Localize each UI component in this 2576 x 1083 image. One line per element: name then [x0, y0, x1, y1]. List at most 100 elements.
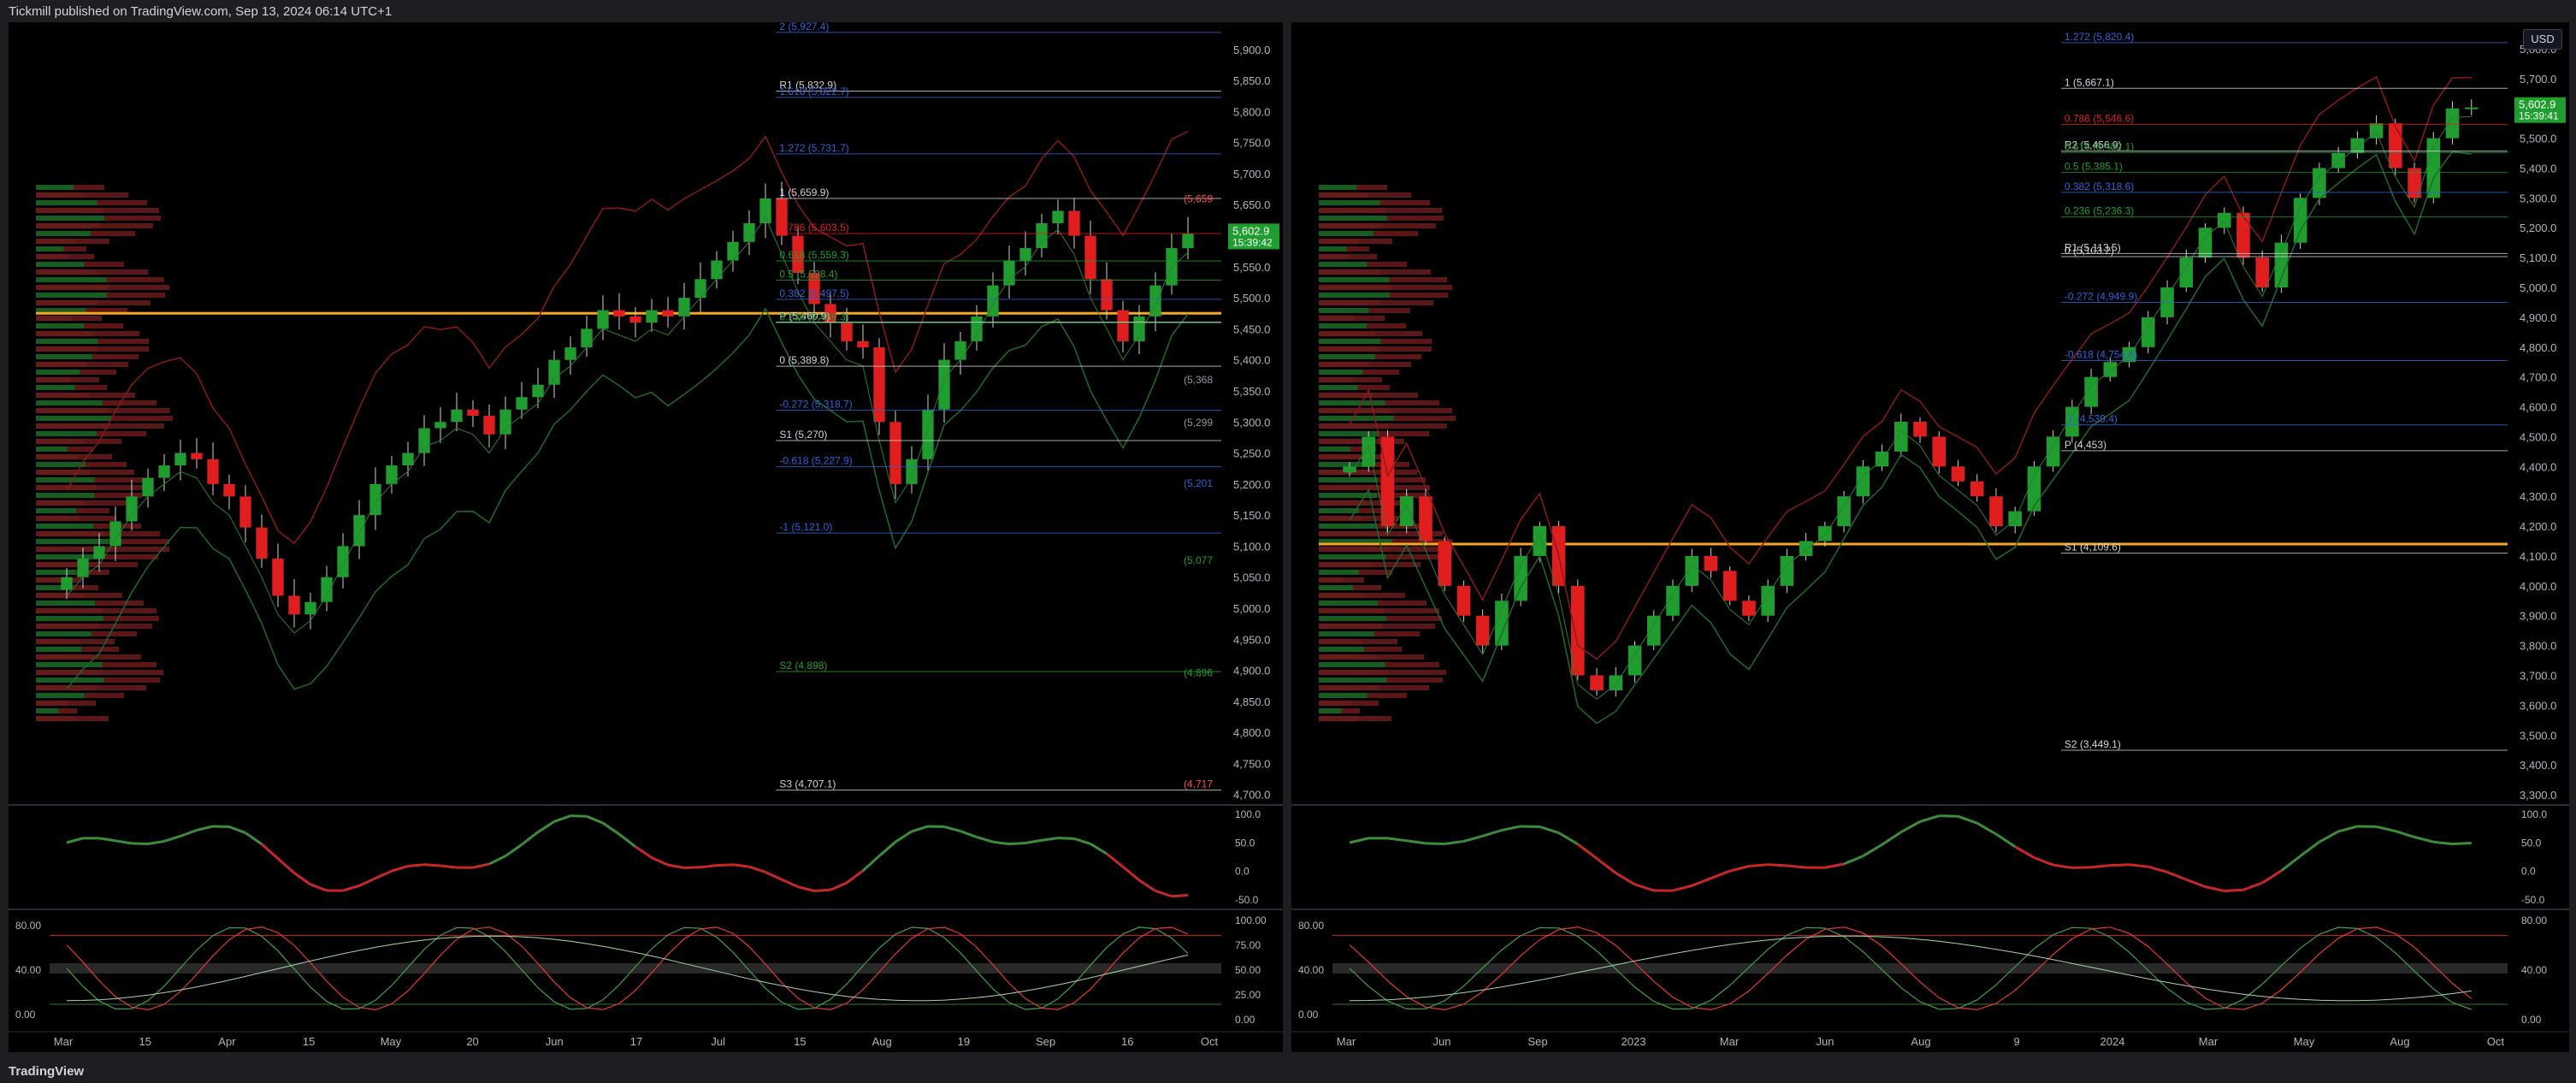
volume-profile-bar: [63, 246, 86, 252]
volume-profile-bar: [1367, 323, 1406, 328]
fib-level-label: 1.618 (5,822.7): [779, 86, 848, 98]
fib-level-label: 1 (5,659.9): [779, 186, 829, 198]
volume-profile-bar: [1390, 293, 1448, 298]
fib-level-label: 0.786 (5,546.6): [2065, 112, 2134, 124]
candle-body: [938, 359, 950, 410]
momentum-segment: [472, 862, 490, 869]
left-chart-svg[interactable]: 5,900.0 5,850.0 5,800.0 5,750.0 5,700.0 5,650…: [9, 22, 1283, 1052]
momentum-segment: [1615, 872, 1636, 886]
candle-body: [288, 595, 300, 615]
fib-level-label: 0.618 (5,452.1): [2065, 140, 2134, 152]
volume-profile-bar: [1319, 308, 1369, 313]
momentum-segment: [1843, 855, 1864, 866]
osc1-axis-tick: 50.0: [1235, 837, 1256, 849]
momentum-segment: [1155, 890, 1173, 898]
momentum-segment: [212, 825, 230, 828]
momentum-segment: [1041, 837, 1059, 842]
volume-profile-bar: [74, 185, 104, 190]
volume-profile-bar: [103, 678, 160, 683]
volume-profile-bar: [1319, 431, 1380, 436]
volume-profile-bar: [36, 269, 98, 275]
volume-profile-bar: [1319, 408, 1392, 413]
volume-profile-bar: [36, 685, 97, 690]
candle-body: [629, 316, 641, 323]
volume-profile-bar: [1341, 708, 1360, 713]
volume-profile-bar: [1319, 454, 1361, 459]
candle-body: [1084, 235, 1096, 280]
left-chart-panel[interactable]: 5,900.0 5,850.0 5,800.0 5,750.0 5,700.0 5,650…: [9, 22, 1283, 1052]
momentum-segment: [2433, 840, 2453, 846]
volume-profile-bar: [1373, 231, 1418, 236]
fib-level-label: S3 (4,707.1): [779, 778, 836, 790]
volume-profile-bar: [36, 362, 87, 367]
volume-profile-bar: [1319, 608, 1385, 613]
osc2-axis-tick: 0.00: [2521, 1014, 2542, 1026]
candle-body: [597, 310, 609, 329]
fib-level-label: 0.5 (5,385.1): [2065, 161, 2123, 173]
momentum-segment: [1976, 821, 1997, 836]
momentum-segment: [180, 829, 198, 837]
volume-profile-bar: [1380, 200, 1430, 205]
momentum-segment: [683, 866, 701, 869]
momentum-segment: [163, 834, 181, 843]
time-axis-tick: 2023: [1622, 1035, 1646, 1048]
candle-body: [1780, 555, 1794, 586]
momentum-segment: [1881, 831, 1902, 846]
candle-body: [727, 241, 739, 261]
momentum-segment: [277, 857, 295, 874]
volume-profile-bar: [1319, 524, 1377, 529]
osc2-left-tick: 40.00: [15, 964, 41, 976]
momentum-segment: [1349, 837, 1369, 844]
candle-body: [1052, 210, 1064, 223]
volume-profile-bar: [36, 385, 75, 390]
volume-profile-bar: [36, 639, 80, 644]
volume-profile-bar: [93, 654, 141, 660]
candle-body: [1019, 248, 1031, 261]
volume-profile-bar: [107, 293, 165, 298]
price-axis-tick: 5,450.0: [1233, 323, 1270, 335]
volume-profile-bar: [94, 477, 143, 482]
price-axis-tick: 5,700.0: [2520, 73, 2556, 86]
candle-body: [662, 310, 674, 317]
price-axis-tick: 5,200.0: [2520, 222, 2556, 234]
candle-body: [451, 409, 463, 423]
momentum-segment: [1106, 852, 1124, 868]
volume-profile-bar: [36, 647, 82, 652]
time-axis-tick: 16: [1121, 1035, 1133, 1048]
volume-profile-bar: [36, 316, 73, 321]
volume-profile-bar: [36, 462, 86, 467]
momentum-segment: [228, 826, 246, 834]
volume-profile-bar: [1319, 285, 1392, 290]
volume-profile-bar: [1319, 423, 1390, 429]
candle-body: [1685, 555, 1699, 586]
candle-body: [1894, 421, 1908, 452]
momentum-segment: [602, 821, 620, 836]
currency-button[interactable]: USD: [2523, 29, 2562, 50]
momentum-segment: [2129, 863, 2148, 868]
candle-body: [1970, 481, 1984, 497]
volume-profile-bar: [91, 631, 137, 636]
candle-body: [467, 409, 479, 416]
volume-profile-bar: [36, 693, 85, 698]
osc1-axis-tick: 100.0: [2521, 808, 2547, 820]
right-chart-panel[interactable]: 5,800.05,700.05,600.05,500.05,400.05,300…: [1291, 22, 2569, 1052]
volume-profile-bar: [1387, 216, 1444, 221]
volume-profile-bar: [36, 593, 84, 598]
price-axis-tick: 5,500.0: [1233, 292, 1270, 305]
time-axis-tick: Jun: [1433, 1035, 1451, 1048]
candle-body: [223, 483, 235, 497]
volume-profile-bar: [1375, 331, 1422, 336]
fib-level-label: 0.5 (5,528.4): [779, 268, 837, 280]
volume-profile-bar: [1319, 400, 1385, 405]
momentum-segment: [2242, 881, 2263, 891]
volume-profile-bar: [36, 470, 91, 475]
volume-profile-bar: [1319, 377, 1354, 382]
price-axis-tick: 4,700.0: [1233, 789, 1270, 802]
volume-profile-bar: [36, 477, 95, 482]
volume-profile-bar: [1319, 562, 1375, 567]
fib-level-label: 2 (5,927.4): [779, 22, 829, 33]
right-chart-svg[interactable]: 5,800.05,700.05,600.05,500.05,400.05,300…: [1291, 22, 2569, 1052]
volume-profile-bar: [1319, 239, 1360, 244]
price-axis-tick: 5,350.0: [1233, 385, 1270, 398]
volume-profile-bar: [1319, 678, 1387, 683]
